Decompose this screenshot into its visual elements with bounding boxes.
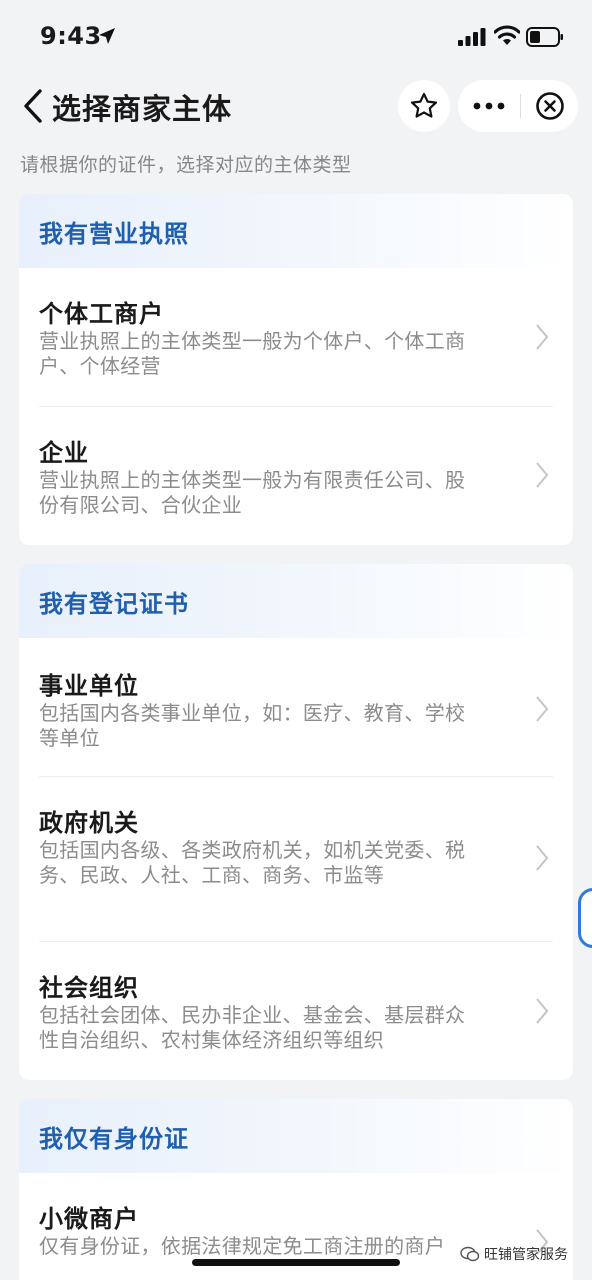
- option-enterprise[interactable]: 企业 营业执照上的主体类型一般为有限责任公司、股份有限公司、合伙企业: [39, 407, 553, 545]
- section-header-label: 我有营业执照: [39, 219, 189, 248]
- chevron-right-icon: [536, 462, 549, 488]
- watermark: 旺铺管家服务: [460, 1244, 568, 1264]
- back-chevron-icon[interactable]: [20, 88, 46, 124]
- floating-side-tab[interactable]: [578, 888, 592, 948]
- option-individual-business[interactable]: 个体工商户 营业执照上的主体类型一般为个体户、个体工商户、个体经营: [39, 268, 553, 407]
- chevron-right-icon: [536, 998, 549, 1024]
- capsule-divider: [520, 94, 521, 118]
- option-title: 企业: [39, 439, 89, 467]
- section-header-label: 我仅有身份证: [39, 1124, 189, 1153]
- section-header: 我有营业执照: [19, 194, 573, 268]
- mini-program-capsule: [458, 80, 578, 132]
- chevron-right-icon: [536, 845, 549, 871]
- home-indicator[interactable]: [192, 1259, 400, 1266]
- wifi-icon: [494, 25, 520, 45]
- chevron-right-icon: [536, 324, 549, 350]
- section-registration-certificate: 我有登记证书 事业单位 包括国内各类事业单位，如：医疗、教育、学校等单位 政府机…: [19, 564, 573, 1080]
- option-government-agency[interactable]: 政府机关 包括国内各级、各类政府机关，如机关党委、税务、民政、人社、工商、商务、…: [39, 777, 553, 942]
- option-description: 仅有身份证，依据法律规定免工商注册的商户: [39, 1234, 445, 1258]
- section-business-license: 我有营业执照 个体工商户 营业执照上的主体类型一般为个体户、个体工商户、个体经营…: [19, 194, 573, 545]
- star-icon: [410, 92, 438, 118]
- more-button[interactable]: [458, 80, 520, 132]
- chevron-right-icon: [536, 696, 549, 722]
- option-description: 营业执照上的主体类型一般为个体户、个体工商户、个体经营: [39, 329, 466, 378]
- option-title: 小微商户: [39, 1205, 139, 1233]
- option-social-organization[interactable]: 社会组织 包括社会团体、民办非企业、基金会、基层群众性自治组织、农村集体经济组织…: [39, 942, 553, 1080]
- option-title: 政府机关: [39, 809, 139, 837]
- wechat-logo-icon: [460, 1246, 480, 1262]
- more-dots-icon: [473, 102, 505, 110]
- battery-icon: [526, 27, 563, 47]
- page-title: 选择商家主体: [52, 92, 233, 126]
- watermark-text: 旺铺管家服务: [484, 1247, 568, 1263]
- status-time: 9:43: [40, 22, 102, 50]
- option-title: 事业单位: [39, 672, 139, 700]
- close-circle-icon: [536, 92, 564, 120]
- section-header: 我有登记证书: [19, 564, 573, 638]
- favorite-button[interactable]: [398, 80, 450, 132]
- section-header-label: 我有登记证书: [39, 589, 189, 618]
- location-arrow-icon: [99, 28, 115, 44]
- page-subtitle: 请根据你的证件，选择对应的主体类型: [20, 154, 352, 176]
- option-description: 包括国内各类事业单位，如：医疗、教育、学校等单位: [39, 701, 466, 750]
- option-description: 营业执照上的主体类型一般为有限责任公司、股份有限公司、合伙企业: [39, 468, 466, 517]
- close-button[interactable]: [522, 80, 578, 132]
- option-description: 包括国内各级、各类政府机关，如机关党委、税务、民政、人社、工商、商务、市监等: [39, 838, 466, 887]
- option-title: 个体工商户: [39, 300, 164, 328]
- cellular-signal-icon: [458, 28, 486, 46]
- option-title: 社会组织: [39, 974, 139, 1002]
- section-header: 我仅有身份证: [19, 1099, 573, 1173]
- option-description: 包括社会团体、民办非企业、基金会、基层群众性自治组织、农村集体经济组织等组织: [39, 1003, 466, 1052]
- option-public-institution[interactable]: 事业单位 包括国内各类事业单位，如：医疗、教育、学校等单位: [39, 638, 553, 777]
- nav-bar: 选择商家主体: [0, 74, 592, 138]
- status-bar: 9:43: [0, 0, 592, 74]
